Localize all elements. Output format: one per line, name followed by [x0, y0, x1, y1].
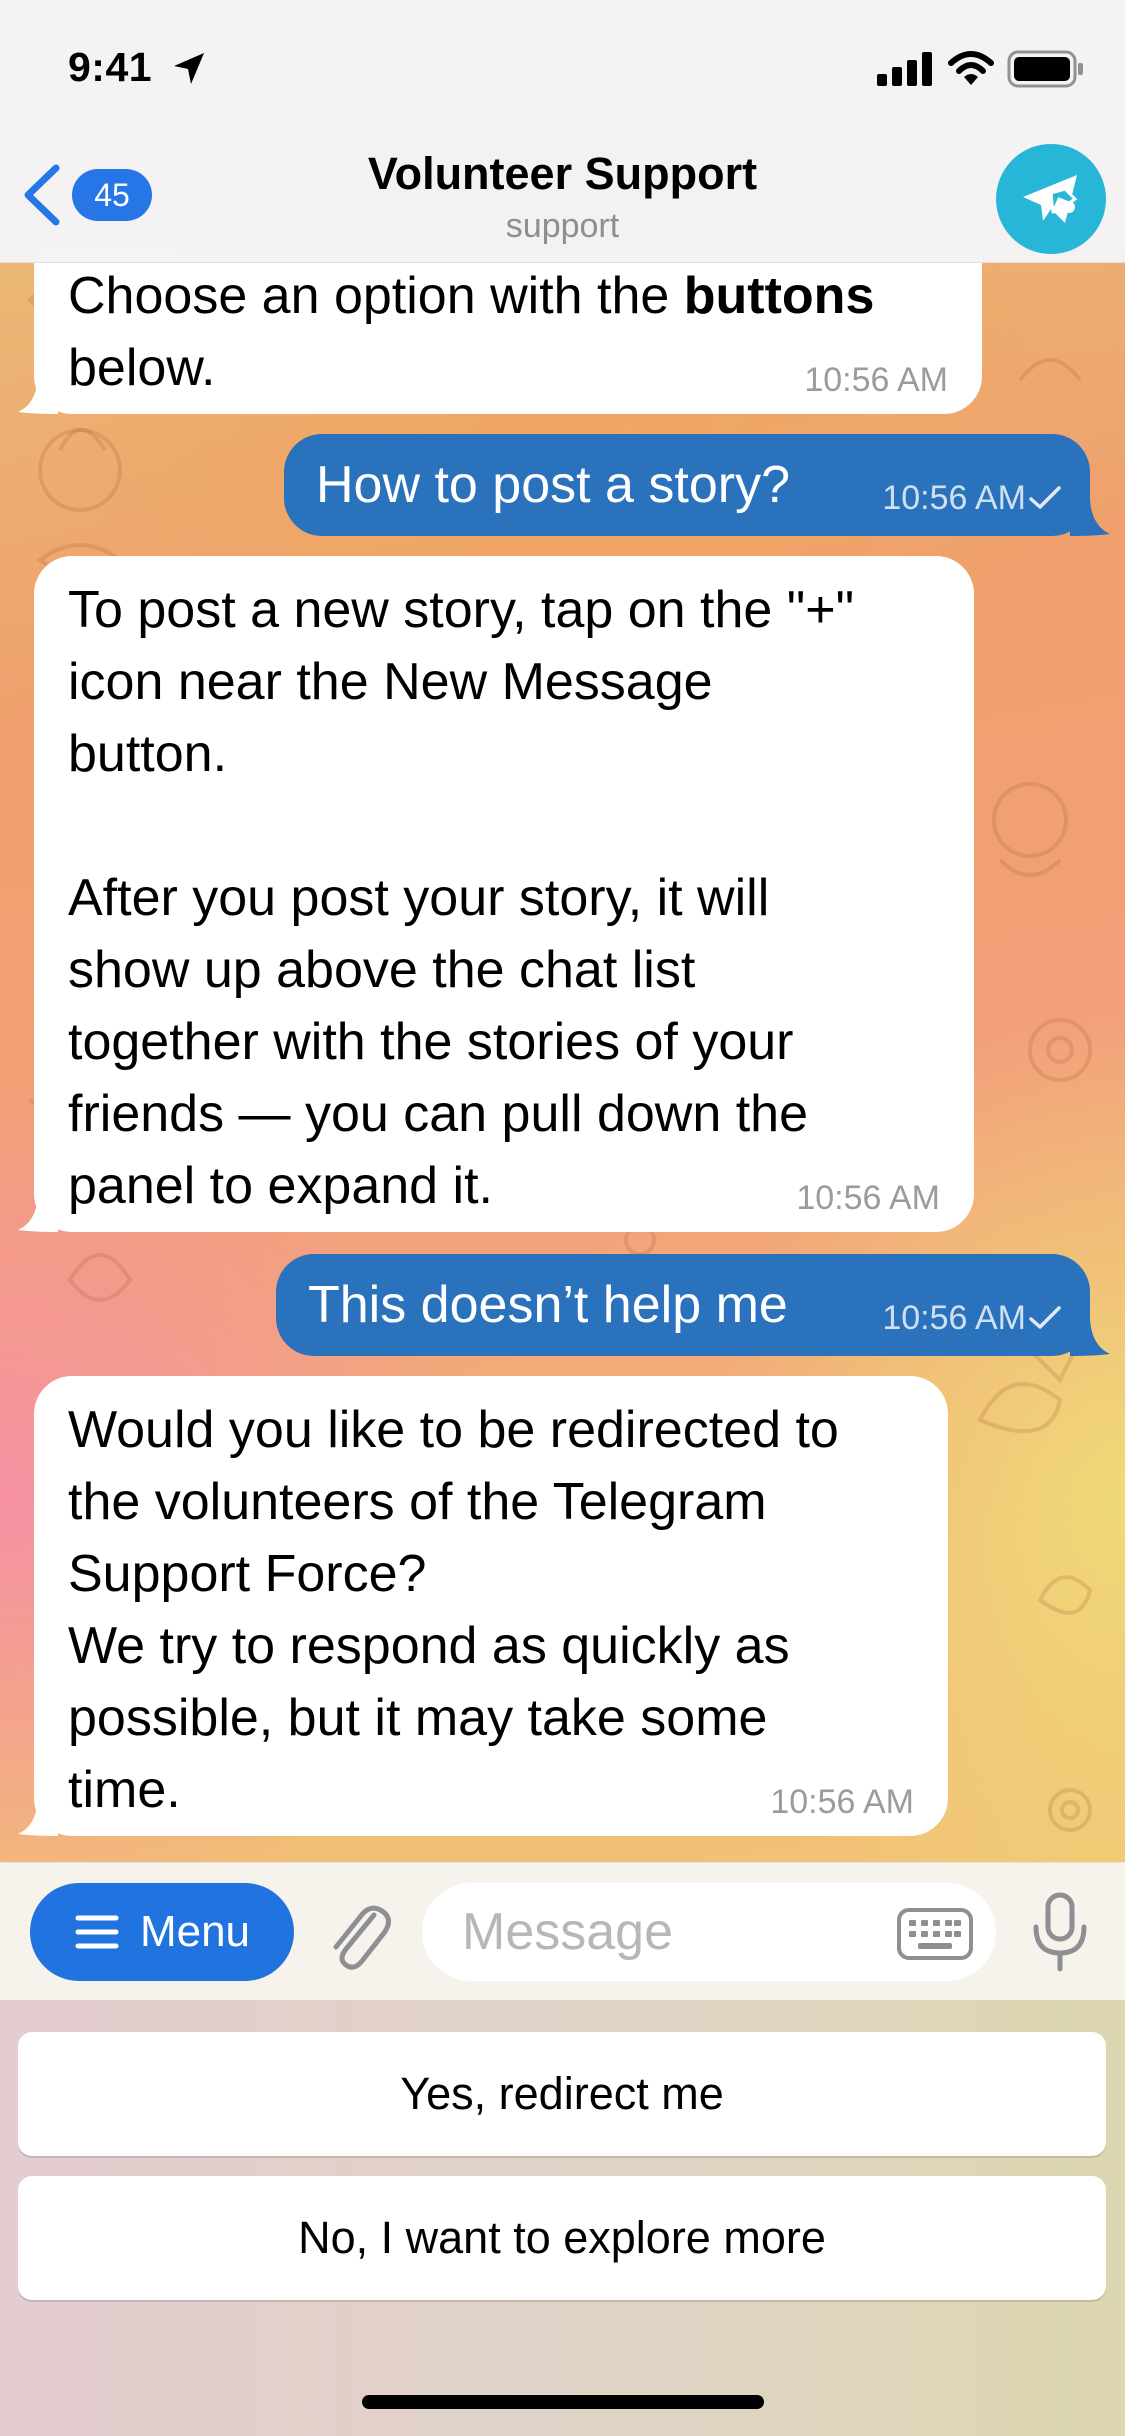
message-input[interactable]: [460, 1901, 864, 1963]
bot-menu-button[interactable]: Menu: [30, 1883, 294, 1981]
bot-avatar-icon: [1023, 175, 1078, 223]
reply-keyboard: Yes, redirect me No, I want to explore m…: [0, 2000, 1125, 2436]
message-time: 10:56 AM: [770, 1783, 914, 1821]
message-time: 10:56 AM: [882, 478, 1062, 518]
microphone-icon[interactable]: [1030, 1891, 1090, 1973]
reply-button-yes-redirect[interactable]: Yes, redirect me: [18, 2032, 1106, 2156]
home-indicator[interactable]: [362, 2395, 764, 2409]
message-text: To post a new story, tap on the "+" icon…: [68, 581, 855, 1215]
message-input-field[interactable]: [422, 1883, 996, 1981]
bot-avatar[interactable]: [996, 144, 1106, 254]
paperclip-icon[interactable]: [322, 1893, 392, 1973]
incoming-message[interactable]: To post a new story, tap on the "+" icon…: [34, 556, 974, 1232]
message-time: 10:56 AM: [796, 1179, 940, 1217]
signal-icon: [877, 52, 932, 86]
keyboard-icon[interactable]: [896, 1907, 974, 1961]
chat-title[interactable]: Volunteer Support: [0, 148, 1125, 200]
navigation-header: 9:41 45 Volunteer Support support: [0, 0, 1125, 263]
menu-label: Menu: [139, 1907, 251, 1956]
menu-lines-icon: [75, 1915, 119, 1949]
bubble-tail: [18, 1800, 58, 1836]
status-time: 9:41: [68, 44, 153, 90]
message-time: 10:56 AM: [804, 361, 948, 399]
bubble-tail: [18, 378, 58, 414]
outgoing-message[interactable]: This doesn’t help me 10:56 AM: [276, 1254, 1090, 1356]
message-composer: Menu: [0, 1862, 1125, 2001]
bubble-tail: [1070, 500, 1110, 536]
bubble-tail: [1070, 1320, 1110, 1356]
checkmark-icon: [1029, 1306, 1061, 1329]
battery-icon: [1007, 50, 1083, 88]
reply-button-explore-more[interactable]: No, I want to explore more: [18, 2176, 1106, 2300]
chat-subtitle: support: [505, 207, 620, 245]
message-text: Would you like to be redirected to the v…: [68, 1401, 839, 1819]
message-time: 10:56 AM: [882, 1298, 1062, 1338]
location-arrow-icon: [174, 53, 204, 84]
incoming-message[interactable]: Would you like to be redirected to the v…: [34, 1376, 948, 1836]
checkmark-icon: [1029, 486, 1061, 509]
status-indicators: [877, 50, 1085, 88]
incoming-message[interactable]: Choose an option with the buttons below. …: [34, 250, 982, 414]
bubble-tail: [18, 1196, 58, 1232]
outgoing-message[interactable]: How to post a story? 10:56 AM: [284, 434, 1090, 536]
wifi-icon: [948, 51, 994, 85]
